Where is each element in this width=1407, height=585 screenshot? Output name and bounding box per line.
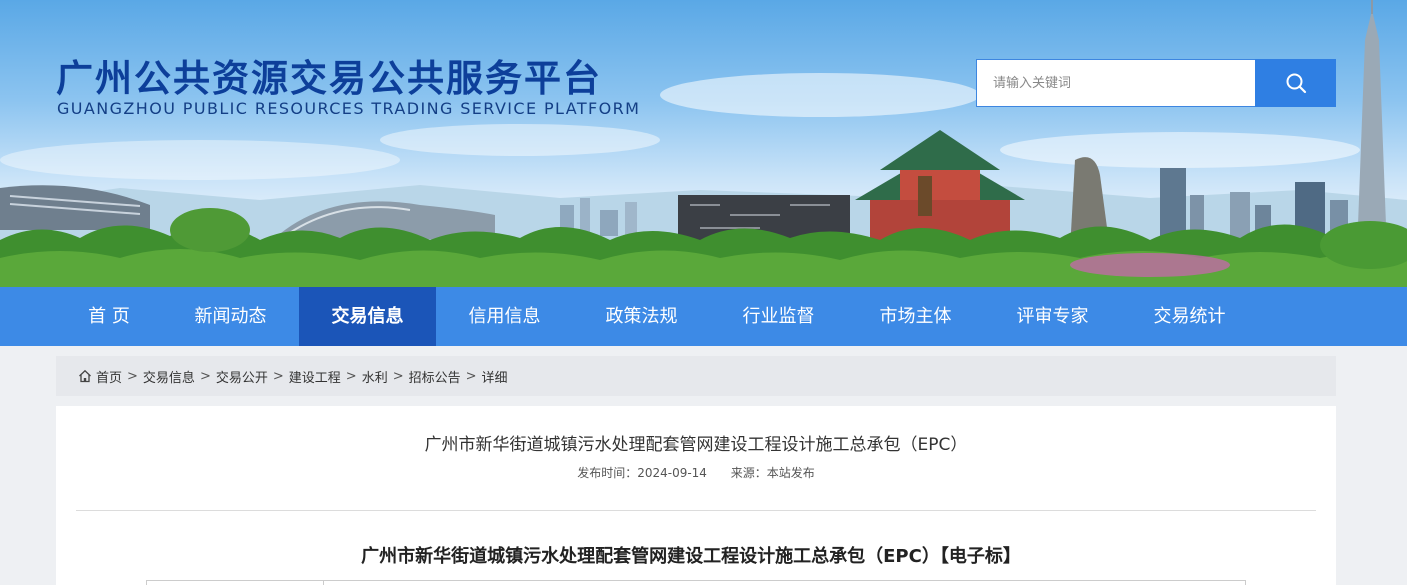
search-icon: [1286, 73, 1306, 94]
breadcrumb-trading-info[interactable]: 交易信息: [143, 367, 195, 386]
header-banner: 广州公共资源交易公共服务平台 GUANGZHOU PUBLIC RESOURCE…: [0, 0, 1407, 287]
details-table: [146, 580, 1246, 585]
nav-item-trading-info[interactable]: 交易信息: [299, 287, 436, 346]
site-title-cn: 广州公共资源交易公共服务平台: [56, 57, 602, 100]
site-title-en: GUANGZHOU PUBLIC RESOURCES TRADING SERVI…: [57, 99, 641, 118]
nav-item-statistics[interactable]: 交易统计: [1121, 287, 1258, 346]
breadcrumb-separator: >: [465, 368, 477, 384]
nav-item-experts[interactable]: 评审专家: [984, 287, 1121, 346]
home-icon: [78, 369, 92, 383]
table-column-divider: [323, 581, 324, 585]
nav-item-supervision[interactable]: 行业监督: [710, 287, 847, 346]
breadcrumb-separator: >: [272, 368, 284, 384]
nav-item-home[interactable]: 首 页: [56, 287, 162, 346]
breadcrumb-separator: >: [199, 368, 211, 384]
search-input[interactable]: [976, 59, 1255, 107]
breadcrumb-separator: >: [392, 368, 404, 384]
breadcrumb: 首页 > 交易信息 > 交易公开 > 建设工程 > 水利 > 招标公告 > 详细: [56, 356, 1336, 396]
nav-item-policy[interactable]: 政策法规: [573, 287, 710, 346]
nav-item-market-entities[interactable]: 市场主体: [847, 287, 984, 346]
breadcrumb-separator: >: [127, 368, 138, 384]
search-bar: [976, 59, 1336, 107]
article-source: 来源：本站发布: [730, 466, 815, 480]
article-card: 广州市新华街道城镇污水处理配套管网建设工程设计施工总承包（EPC） 发布时间：2…: [56, 406, 1336, 585]
breadcrumb-water[interactable]: 水利: [362, 367, 388, 386]
breadcrumb-current: 详细: [481, 370, 508, 386]
breadcrumb-separator: >: [345, 368, 357, 384]
nav-item-news[interactable]: 新闻动态: [162, 287, 299, 346]
breadcrumb-trading-public[interactable]: 交易公开: [216, 367, 268, 386]
article-title: 广州市新华街道城镇污水处理配套管网建设工程设计施工总承包（EPC）: [424, 435, 968, 455]
search-button[interactable]: [1255, 59, 1336, 107]
breadcrumb-construction[interactable]: 建设工程: [289, 367, 341, 386]
city-skyline-illustration: [0, 0, 1407, 287]
publish-time: 发布时间：2024-09-14: [577, 466, 707, 480]
article-meta: 发布时间：2024-09-14 来源：本站发布: [56, 464, 1336, 481]
divider: [76, 510, 1316, 511]
article-subtitle: 广州市新华街道城镇污水处理配套管网建设工程设计施工总承包（EPC）【电子标】: [361, 546, 1021, 567]
breadcrumb-home[interactable]: 首页: [96, 367, 122, 386]
breadcrumb-tender-notice[interactable]: 招标公告: [409, 367, 461, 386]
nav-item-credit-info[interactable]: 信用信息: [436, 287, 573, 346]
main-nav: 首 页 新闻动态 交易信息 信用信息 政策法规 行业监督 市场主体 评审专家 交…: [0, 287, 1407, 346]
